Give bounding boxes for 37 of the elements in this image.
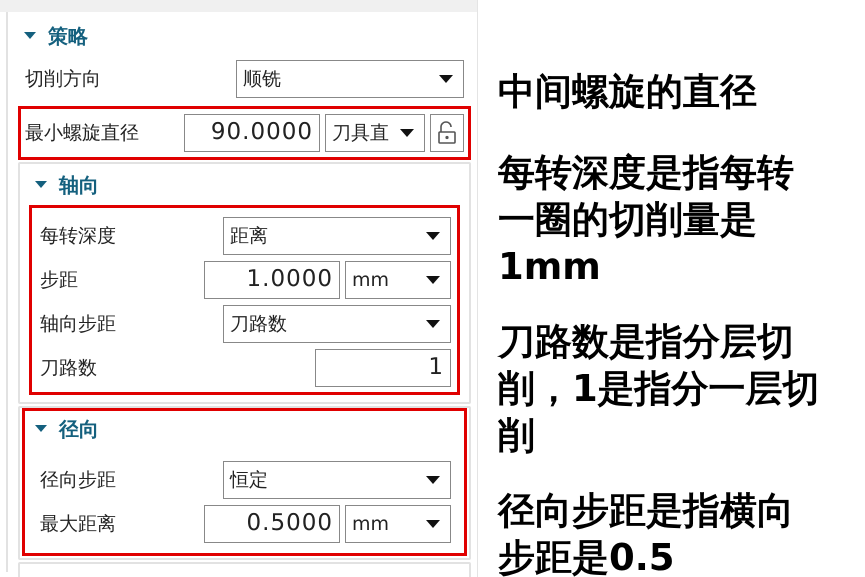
dropdown-caret-icon (439, 75, 453, 83)
field-label: 轴向步距 (40, 312, 116, 337)
dropdown-caret-icon (426, 476, 440, 484)
dropdown-caret-icon (426, 232, 440, 240)
field-label: 切削方向 (25, 67, 101, 92)
expand-triangle-icon[interactable] (35, 424, 47, 434)
dropdown[interactable]: 顺铣 (236, 60, 464, 98)
field-label: 最小螺旋直径 (25, 121, 139, 146)
expand-triangle-icon[interactable] (24, 31, 36, 41)
dropdown[interactable]: 刀路数 (223, 305, 451, 343)
dropdown[interactable]: 恒定 (223, 461, 451, 499)
expand-triangle-icon[interactable] (35, 180, 47, 190)
field-label: 步距 (40, 268, 78, 293)
unit-dropdown[interactable]: mm (345, 261, 451, 299)
dropdown-caret-icon (426, 520, 440, 528)
annotation-text: 径向步距是指横向步距是0.5 (498, 488, 795, 577)
section-title: 轴向 (59, 172, 99, 198)
number-field[interactable]: 1 (315, 349, 451, 387)
number-field[interactable]: 0.5000 (204, 505, 340, 543)
unit-dropdown[interactable]: mm (345, 505, 451, 543)
unit-dropdown[interactable]: 刀具直 (325, 114, 425, 152)
annotation-text: 中间螺旋的直径 (498, 69, 758, 115)
dropdown-caret-icon (400, 129, 414, 137)
padlock-icon[interactable] (430, 114, 464, 152)
field-label: 径向步距 (40, 468, 116, 493)
annotation-text: 每转深度是指每转一圈的切削量是1mm (498, 150, 795, 290)
dropdown-caret-icon (426, 320, 440, 328)
annotation-text: 刀路数是指分层切削，1是指分一层切削 (498, 319, 821, 459)
field-label: 最大距离 (40, 512, 116, 537)
field-label: 刀路数 (40, 356, 97, 381)
section-title: 策略 (48, 22, 88, 50)
field-label: 每转深度 (40, 224, 116, 249)
number-field[interactable]: 1.0000 (204, 261, 340, 299)
section-title: 径向 (59, 416, 99, 442)
dropdown[interactable]: 距离 (223, 217, 451, 255)
dropdown-caret-icon (426, 276, 440, 284)
number-field[interactable]: 90.0000 (184, 114, 320, 152)
